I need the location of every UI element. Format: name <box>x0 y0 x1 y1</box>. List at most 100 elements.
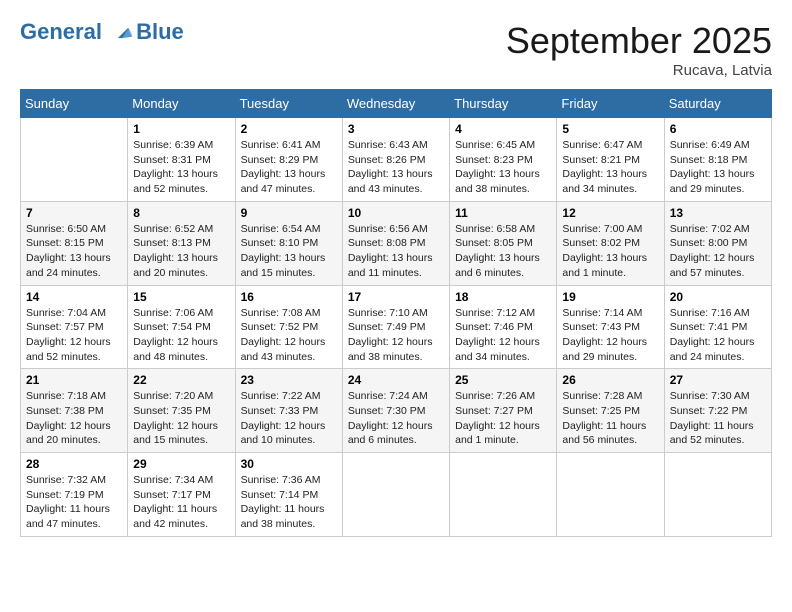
calendar-cell: 4 Sunrise: 6:45 AM Sunset: 8:23 PM Daylig… <box>450 118 557 202</box>
day-info: Sunrise: 6:45 AM Sunset: 8:23 PM Dayligh… <box>455 138 551 197</box>
day-number: 2 <box>241 122 337 136</box>
logo: General Blue <box>20 20 184 44</box>
calendar-week-row: 7 Sunrise: 6:50 AM Sunset: 8:15 PM Daylig… <box>21 201 772 285</box>
calendar-cell: 9 Sunrise: 6:54 AM Sunset: 8:10 PM Daylig… <box>235 201 342 285</box>
day-number: 1 <box>133 122 229 136</box>
day-info: Sunrise: 6:52 AM Sunset: 8:13 PM Dayligh… <box>133 222 229 281</box>
calendar-cell: 11Sunrise: 6:58 AM Sunset: 8:05 PM Dayli… <box>450 201 557 285</box>
day-info: Sunrise: 6:39 AM Sunset: 8:31 PM Dayligh… <box>133 138 229 197</box>
day-number: 5 <box>562 122 658 136</box>
day-info: Sunrise: 6:41 AM Sunset: 8:29 PM Dayligh… <box>241 138 337 197</box>
day-number: 15 <box>133 290 229 304</box>
day-number: 8 <box>133 206 229 220</box>
day-number: 25 <box>455 373 551 387</box>
calendar-cell: 25 Sunrise: 7:26 AM Sunset: 7:27 PM Dayli… <box>450 369 557 453</box>
page-header: General Blue September 2025 Rucava, Latv… <box>20 20 772 79</box>
day-info: Sunrise: 7:12 AM Sunset: 7:46 PM Dayligh… <box>455 306 551 365</box>
calendar-cell: 23 Sunrise: 7:22 AM Sunset: 7:33 PM Dayli… <box>235 369 342 453</box>
day-info: Sunrise: 7:18 AM Sunset: 7:38 PM Dayligh… <box>26 389 122 448</box>
logo-icon <box>112 22 134 44</box>
calendar-header-row: SundayMondayTuesdayWednesdayThursdayFrid… <box>21 90 772 118</box>
day-info: Sunrise: 7:08 AM Sunset: 7:52 PM Dayligh… <box>241 306 337 365</box>
day-info: Sunrise: 7:24 AM Sunset: 7:30 PM Dayligh… <box>348 389 444 448</box>
calendar-cell: 5 Sunrise: 6:47 AM Sunset: 8:21 PM Daylig… <box>557 118 664 202</box>
calendar-week-row: 14 Sunrise: 7:04 AM Sunset: 7:57 PM Dayli… <box>21 285 772 369</box>
day-number: 28 <box>26 457 122 471</box>
day-info: Sunrise: 7:22 AM Sunset: 7:33 PM Dayligh… <box>241 389 337 448</box>
day-info: Sunrise: 7:20 AM Sunset: 7:35 PM Dayligh… <box>133 389 229 448</box>
calendar-cell: 18Sunrise: 7:12 AM Sunset: 7:46 PM Dayli… <box>450 285 557 369</box>
calendar-week-row: 21 Sunrise: 7:18 AM Sunset: 7:38 PM Dayli… <box>21 369 772 453</box>
day-info: Sunrise: 6:56 AM Sunset: 8:08 PM Dayligh… <box>348 222 444 281</box>
calendar-cell: 24Sunrise: 7:24 AM Sunset: 7:30 PM Dayli… <box>342 369 449 453</box>
calendar-cell: 13 Sunrise: 7:02 AM Sunset: 8:00 PM Dayli… <box>664 201 771 285</box>
calendar-cell <box>342 453 449 537</box>
calendar-cell: 3Sunrise: 6:43 AM Sunset: 8:26 PM Daylig… <box>342 118 449 202</box>
weekday-header: Saturday <box>664 90 771 118</box>
day-info: Sunrise: 7:00 AM Sunset: 8:02 PM Dayligh… <box>562 222 658 281</box>
weekday-header: Friday <box>557 90 664 118</box>
calendar-cell: 6Sunrise: 6:49 AM Sunset: 8:18 PM Daylig… <box>664 118 771 202</box>
day-number: 19 <box>562 290 658 304</box>
day-info: Sunrise: 7:28 AM Sunset: 7:25 PM Dayligh… <box>562 389 658 448</box>
day-number: 6 <box>670 122 766 136</box>
day-info: Sunrise: 6:54 AM Sunset: 8:10 PM Dayligh… <box>241 222 337 281</box>
day-info: Sunrise: 7:30 AM Sunset: 7:22 PM Dayligh… <box>670 389 766 448</box>
day-info: Sunrise: 7:26 AM Sunset: 7:27 PM Dayligh… <box>455 389 551 448</box>
day-info: Sunrise: 7:34 AM Sunset: 7:17 PM Dayligh… <box>133 473 229 532</box>
day-number: 7 <box>26 206 122 220</box>
day-info: Sunrise: 7:32 AM Sunset: 7:19 PM Dayligh… <box>26 473 122 532</box>
day-info: Sunrise: 7:36 AM Sunset: 7:14 PM Dayligh… <box>241 473 337 532</box>
day-info: Sunrise: 7:06 AM Sunset: 7:54 PM Dayligh… <box>133 306 229 365</box>
calendar-cell: 27 Sunrise: 7:30 AM Sunset: 7:22 PM Dayli… <box>664 369 771 453</box>
calendar-cell: 16Sunrise: 7:08 AM Sunset: 7:52 PM Dayli… <box>235 285 342 369</box>
day-number: 4 <box>455 122 551 136</box>
calendar-cell: 2 Sunrise: 6:41 AM Sunset: 8:29 PM Daylig… <box>235 118 342 202</box>
calendar-cell <box>664 453 771 537</box>
weekday-header: Thursday <box>450 90 557 118</box>
calendar-cell: 1 Sunrise: 6:39 AM Sunset: 8:31 PM Daylig… <box>128 118 235 202</box>
calendar-week-row: 1 Sunrise: 6:39 AM Sunset: 8:31 PM Daylig… <box>21 118 772 202</box>
calendar-cell: 29Sunrise: 7:34 AM Sunset: 7:17 PM Dayli… <box>128 453 235 537</box>
day-number: 21 <box>26 373 122 387</box>
day-info: Sunrise: 7:04 AM Sunset: 7:57 PM Dayligh… <box>26 306 122 365</box>
calendar-cell: 17Sunrise: 7:10 AM Sunset: 7:49 PM Dayli… <box>342 285 449 369</box>
calendar-cell <box>450 453 557 537</box>
day-number: 3 <box>348 122 444 136</box>
calendar-cell: 26 Sunrise: 7:28 AM Sunset: 7:25 PM Dayli… <box>557 369 664 453</box>
day-number: 22 <box>133 373 229 387</box>
day-info: Sunrise: 7:14 AM Sunset: 7:43 PM Dayligh… <box>562 306 658 365</box>
day-number: 30 <box>241 457 337 471</box>
weekday-header: Monday <box>128 90 235 118</box>
logo-text: General <box>20 20 134 44</box>
calendar-cell: 14 Sunrise: 7:04 AM Sunset: 7:57 PM Dayli… <box>21 285 128 369</box>
calendar-cell: 19 Sunrise: 7:14 AM Sunset: 7:43 PM Dayli… <box>557 285 664 369</box>
calendar-cell <box>21 118 128 202</box>
calendar-cell: 30 Sunrise: 7:36 AM Sunset: 7:14 PM Dayli… <box>235 453 342 537</box>
calendar-cell: 7 Sunrise: 6:50 AM Sunset: 8:15 PM Daylig… <box>21 201 128 285</box>
day-number: 27 <box>670 373 766 387</box>
day-info: Sunrise: 7:16 AM Sunset: 7:41 PM Dayligh… <box>670 306 766 365</box>
calendar-table: SundayMondayTuesdayWednesdayThursdayFrid… <box>20 89 772 537</box>
calendar-week-row: 28 Sunrise: 7:32 AM Sunset: 7:19 PM Dayli… <box>21 453 772 537</box>
day-number: 13 <box>670 206 766 220</box>
calendar-cell: 22 Sunrise: 7:20 AM Sunset: 7:35 PM Dayli… <box>128 369 235 453</box>
day-number: 14 <box>26 290 122 304</box>
day-info: Sunrise: 6:50 AM Sunset: 8:15 PM Dayligh… <box>26 222 122 281</box>
day-number: 26 <box>562 373 658 387</box>
day-number: 10 <box>348 206 444 220</box>
day-info: Sunrise: 6:47 AM Sunset: 8:21 PM Dayligh… <box>562 138 658 197</box>
calendar-cell: 28 Sunrise: 7:32 AM Sunset: 7:19 PM Dayli… <box>21 453 128 537</box>
weekday-header: Wednesday <box>342 90 449 118</box>
day-info: Sunrise: 7:02 AM Sunset: 8:00 PM Dayligh… <box>670 222 766 281</box>
calendar-cell: 12Sunrise: 7:00 AM Sunset: 8:02 PM Dayli… <box>557 201 664 285</box>
calendar-cell: 15 Sunrise: 7:06 AM Sunset: 7:54 PM Dayli… <box>128 285 235 369</box>
day-number: 9 <box>241 206 337 220</box>
calendar-cell: 21 Sunrise: 7:18 AM Sunset: 7:38 PM Dayli… <box>21 369 128 453</box>
day-number: 23 <box>241 373 337 387</box>
calendar-cell: 8 Sunrise: 6:52 AM Sunset: 8:13 PM Daylig… <box>128 201 235 285</box>
weekday-header: Tuesday <box>235 90 342 118</box>
day-number: 17 <box>348 290 444 304</box>
location: Rucava, Latvia <box>506 62 772 79</box>
month-title: September 2025 <box>506 20 772 62</box>
